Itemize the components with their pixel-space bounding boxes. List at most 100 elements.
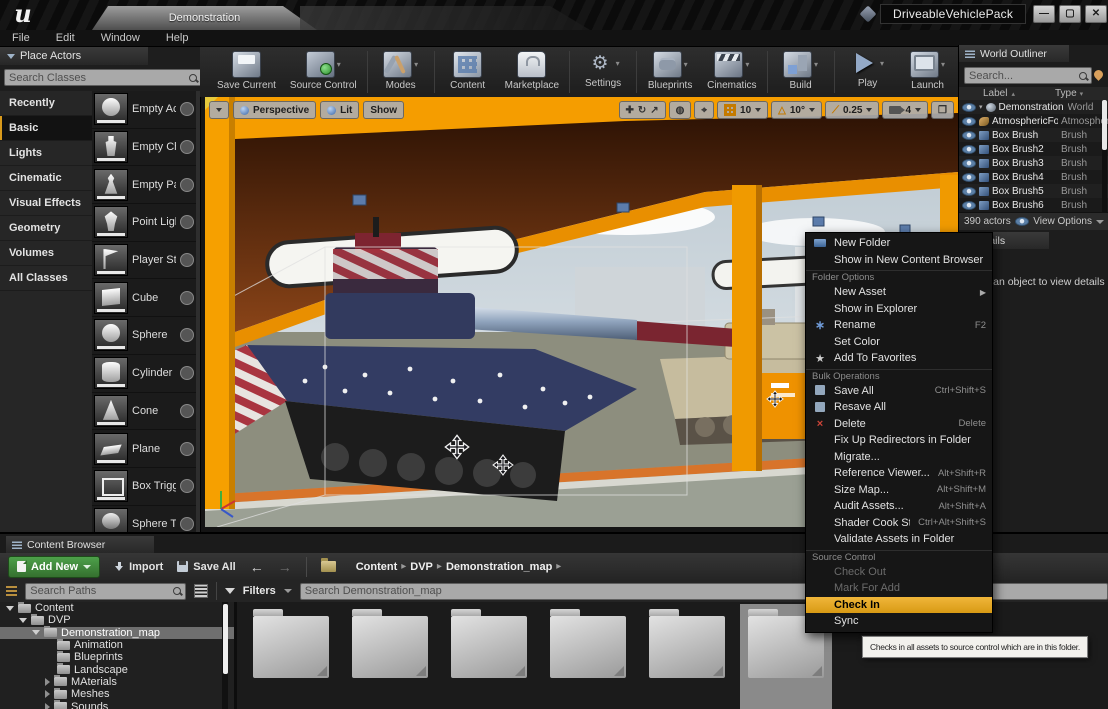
search-classes-input[interactable]: Search Classes	[4, 69, 202, 86]
outliner-row-box-brush4[interactable]: Box Brush4Brush	[959, 170, 1108, 184]
asset-folder[interactable]	[443, 604, 535, 709]
menu-item-rename[interactable]: ∗RenameF2	[806, 317, 992, 334]
actor-item-empty-paw[interactable]: Empty Paw	[92, 166, 196, 204]
category-all-classes[interactable]: All Classes	[0, 266, 92, 291]
minimize-button[interactable]: —	[1033, 5, 1055, 23]
menu-item-set-color[interactable]: Set Color	[806, 334, 992, 351]
actor-item-point-ligh[interactable]: Point Ligh	[92, 204, 196, 242]
lit-button[interactable]: Lit	[320, 101, 359, 119]
search-paths-input[interactable]: Search Paths	[25, 583, 185, 600]
actor-item-player-sta[interactable]: Player Sta	[92, 242, 196, 280]
dropdown-caret[interactable]: ▾	[814, 60, 818, 69]
menu-item-delete[interactable]: ×DeleteDelete	[806, 416, 992, 433]
toolbar-button-content[interactable]: Content	[438, 50, 498, 92]
scale-snap-control[interactable]: ⟋ 0.25	[825, 101, 879, 119]
class-info-icon[interactable]	[180, 253, 194, 267]
add-new-button[interactable]: Add New	[8, 556, 100, 578]
type-column-header[interactable]: Type	[1055, 88, 1077, 99]
asset-folder[interactable]	[344, 604, 436, 709]
visibility-eye-icon[interactable]	[962, 145, 976, 154]
asset-folder[interactable]	[245, 604, 337, 709]
outliner-scrollbar[interactable]	[1102, 100, 1107, 212]
dropdown-caret[interactable]: ▾	[616, 59, 620, 68]
surface-snap-toggle[interactable]: ⌖	[694, 101, 714, 119]
tree-item-animation[interactable]: Animation	[0, 639, 234, 651]
maximize-button[interactable]: ▢	[1059, 5, 1081, 23]
list-view-icon[interactable]	[194, 584, 208, 598]
scale-snap-value[interactable]: 0.25	[843, 105, 862, 116]
camera-speed-control[interactable]: 4	[882, 101, 928, 119]
dropdown-caret[interactable]: ▾	[337, 60, 341, 69]
outliner-row-box-brush2[interactable]: Box Brush2Brush	[959, 142, 1108, 156]
maximize-viewport-button[interactable]: ❒	[931, 101, 954, 119]
actor-item-box-trigge[interactable]: Box Trigge	[92, 468, 196, 506]
breadcrumb-demonstration-map[interactable]: Demonstration_map	[446, 561, 552, 573]
tree-item-landscape[interactable]: Landscape	[0, 663, 234, 675]
menu-item-new-folder[interactable]: New Folder	[806, 235, 992, 252]
rotation-snap-value[interactable]: 10°	[790, 105, 805, 116]
actor-item-sphere-tri[interactable]: Sphere Tri	[92, 506, 196, 532]
actor-item-cylinder[interactable]: Cylinder	[92, 355, 196, 393]
actor-item-empty-act[interactable]: Empty Act	[92, 91, 196, 129]
collapsed-arrow-icon[interactable]	[45, 678, 50, 686]
outliner-row-box-brush[interactable]: Box BrushBrush	[959, 128, 1108, 142]
category-lights[interactable]: Lights	[0, 141, 92, 166]
label-column-header[interactable]: Label	[983, 88, 1007, 99]
filters-button[interactable]: Filters	[243, 585, 276, 597]
expanded-arrow-icon[interactable]	[6, 606, 14, 611]
visibility-eye-icon[interactable]	[962, 201, 976, 210]
tree-item-sounds[interactable]: Sounds	[0, 700, 234, 709]
forward-button[interactable]: →	[278, 559, 292, 575]
world-outliner-tab[interactable]: World Outliner	[959, 45, 1069, 62]
level-tab[interactable]: Demonstration	[92, 6, 317, 30]
class-info-icon[interactable]	[180, 291, 194, 305]
save-all-button[interactable]: Save All	[177, 561, 235, 573]
menu-item-show-in-explorer[interactable]: Show in Explorer	[806, 301, 992, 318]
grid-snap-value[interactable]: 10	[740, 105, 751, 116]
menu-item-audit-assets[interactable]: Audit Assets...Alt+Shift+A	[806, 498, 992, 515]
menu-item-fix-up-redirectors-in-folder[interactable]: Fix Up Redirectors in Folder	[806, 432, 992, 449]
class-info-icon[interactable]	[180, 140, 194, 154]
class-info-icon[interactable]	[180, 102, 194, 116]
rotation-snap-caret[interactable]	[809, 108, 815, 112]
toolbar-button-save-current[interactable]: Save Current	[210, 50, 283, 92]
class-info-icon[interactable]	[180, 366, 194, 380]
import-button[interactable]: Import	[114, 561, 163, 573]
expand-caret-icon[interactable]: ▾	[979, 103, 983, 111]
transform-tools[interactable]: ✚ ↻ ↗	[619, 101, 666, 119]
back-button[interactable]: ←	[250, 559, 264, 575]
rotation-snap-control[interactable]: △ 10°	[771, 101, 822, 119]
actor-item-empty-cha[interactable]: Empty Cha	[92, 129, 196, 167]
category-recently-placed[interactable]: Recently Placed	[0, 91, 92, 116]
dropdown-caret[interactable]: ▾	[880, 59, 884, 68]
visibility-eye-icon[interactable]	[962, 187, 976, 196]
menu-item-resave-all[interactable]: Resave All	[806, 399, 992, 416]
rotate-tool-icon[interactable]: ↻	[638, 105, 646, 116]
tree-item-materials[interactable]: MAterials	[0, 676, 234, 688]
show-button[interactable]: Show	[363, 101, 404, 119]
collapsed-arrow-icon[interactable]	[45, 703, 50, 709]
breadcrumb-content[interactable]: Content	[356, 561, 398, 573]
dropdown-caret[interactable]: ▾	[745, 60, 749, 69]
dropdown-caret[interactable]: ▾	[684, 60, 688, 69]
sources-toggle-icon[interactable]	[6, 586, 17, 596]
outliner-view-options[interactable]: View Options	[1015, 216, 1104, 227]
perspective-button[interactable]: Perspective	[233, 101, 316, 119]
menu-item-show-in-new-content-browser[interactable]: Show in New Content Browser	[806, 252, 992, 269]
menu-item-reference-viewer[interactable]: Reference Viewer...Alt+Shift+R	[806, 465, 992, 482]
category-geometry[interactable]: Geometry	[0, 216, 92, 241]
viewport-options-button[interactable]	[209, 101, 229, 119]
toolbar-button-settings[interactable]: ⚙▾Settings	[573, 50, 633, 90]
menu-item-new-asset[interactable]: New Asset▶	[806, 284, 992, 301]
place-actors-tab[interactable]: Place Actors	[0, 47, 148, 65]
scale-snap-caret[interactable]	[866, 108, 872, 112]
asset-folder[interactable]	[542, 604, 634, 709]
class-info-icon[interactable]	[180, 479, 194, 493]
expanded-arrow-icon[interactable]	[32, 630, 40, 635]
place-actors-scrollbar[interactable]	[196, 91, 200, 532]
collapsed-arrow-icon[interactable]	[45, 690, 50, 698]
outliner-row-demonstration[interactable]: ▾DemonstrationWorld	[959, 100, 1108, 114]
world-local-toggle[interactable]: ◍	[669, 101, 692, 119]
grid-snap-caret[interactable]	[755, 108, 761, 112]
outliner-row-box-brush5[interactable]: Box Brush5Brush	[959, 184, 1108, 198]
